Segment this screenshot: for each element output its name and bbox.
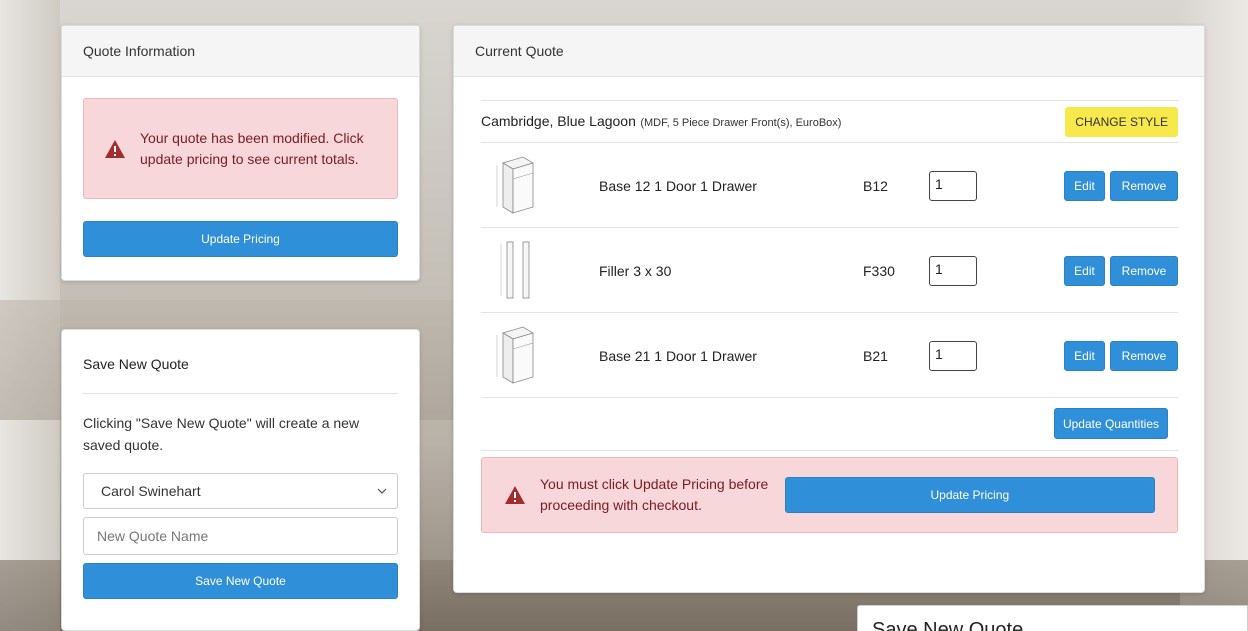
quote-modified-alert: Your quote has been modified. Click upda… [83,98,398,199]
item-code: B12 [863,177,888,194]
item-name: Filler 3 x 30 [599,262,672,279]
item-code: B21 [863,347,888,364]
quantity-input[interactable]: 1 [929,171,977,201]
quote-item-row: Base 12 1 Door 1 Drawer B12 1 Edit Remov… [481,143,1178,228]
base-cabinet-icon [496,156,534,214]
user-select-value: Carol Swinehart [101,483,201,499]
alert-text: Your quote has been modified. Click upda… [140,129,364,167]
current-quote-panel: Current Quote Cambridge, Blue Lagoon (MD… [453,25,1205,593]
quote-item-row: Base 21 1 Door 1 Drawer B21 1 Edit Remov… [481,313,1178,398]
update-pricing-button[interactable]: Update Pricing [784,477,1155,513]
quantity-input[interactable]: 1 [929,256,977,286]
input-placeholder: New Quote Name [97,528,209,544]
new-quote-name-input[interactable]: New Quote Name [83,517,398,555]
remove-button[interactable]: Remove [1110,171,1178,201]
checkout-pricing-alert: You must click Update Pricing before pro… [481,457,1178,533]
item-name: Base 21 1 Door 1 Drawer [599,347,757,364]
edit-button[interactable]: Edit [1064,256,1105,286]
panel-title: Current Quote [475,43,564,59]
item-name: Base 12 1 Door 1 Drawer [599,177,757,194]
dialog-title: Save New Quote [872,619,1024,631]
save-quote-description: Clicking "Save New Quote" will create a … [83,415,360,453]
panel-title: Save New Quote [83,330,398,394]
chevron-down-icon [377,488,387,494]
user-select[interactable]: Carol Swinehart [83,473,398,509]
edit-button[interactable]: Edit [1064,341,1105,371]
edit-button[interactable]: Edit [1064,171,1105,201]
panel-header: Quote Information [62,26,419,77]
update-quantities-button[interactable]: Update Quantities [1053,408,1168,439]
style-info: Cambridge, Blue Lagoon (MDF, 5 Piece Dra… [481,113,841,131]
alert-text: You must click Update Pricing before pro… [540,476,769,513]
warning-icon [105,139,125,158]
style-detail: (MDF, 5 Piece Drawer Front(s), EuroBox) [640,116,842,129]
warning-icon [505,486,525,504]
quantity-input[interactable]: 1 [929,341,977,371]
change-style-button[interactable]: CHANGE STYLE [1065,106,1178,137]
quote-information-panel: Quote Information Your quote has been mo… [61,25,420,281]
item-code: F330 [863,262,895,279]
remove-button[interactable]: Remove [1110,256,1178,286]
style-name: Cambridge, Blue Lagoon [481,112,636,129]
save-new-quote-panel: Save New Quote Clicking "Save New Quote"… [61,329,420,631]
save-quote-title: Save New Quote [83,356,189,372]
remove-button[interactable]: Remove [1110,341,1178,371]
update-pricing-button[interactable]: Update Pricing [83,221,398,257]
quote-item-row: Filler 3 x 30 F330 1 Edit Remove [481,228,1178,313]
filler-icon [500,241,530,299]
style-row: Cambridge, Blue Lagoon (MDF, 5 Piece Dra… [481,100,1178,143]
save-new-quote-button[interactable]: Save New Quote [83,563,398,599]
save-new-quote-dialog: Save New Quote [857,605,1248,631]
panel-title: Quote Information [83,43,196,59]
update-quantities-row: Update Quantities [481,398,1178,451]
base-cabinet-icon [496,326,534,384]
panel-header: Current Quote [454,26,1204,77]
